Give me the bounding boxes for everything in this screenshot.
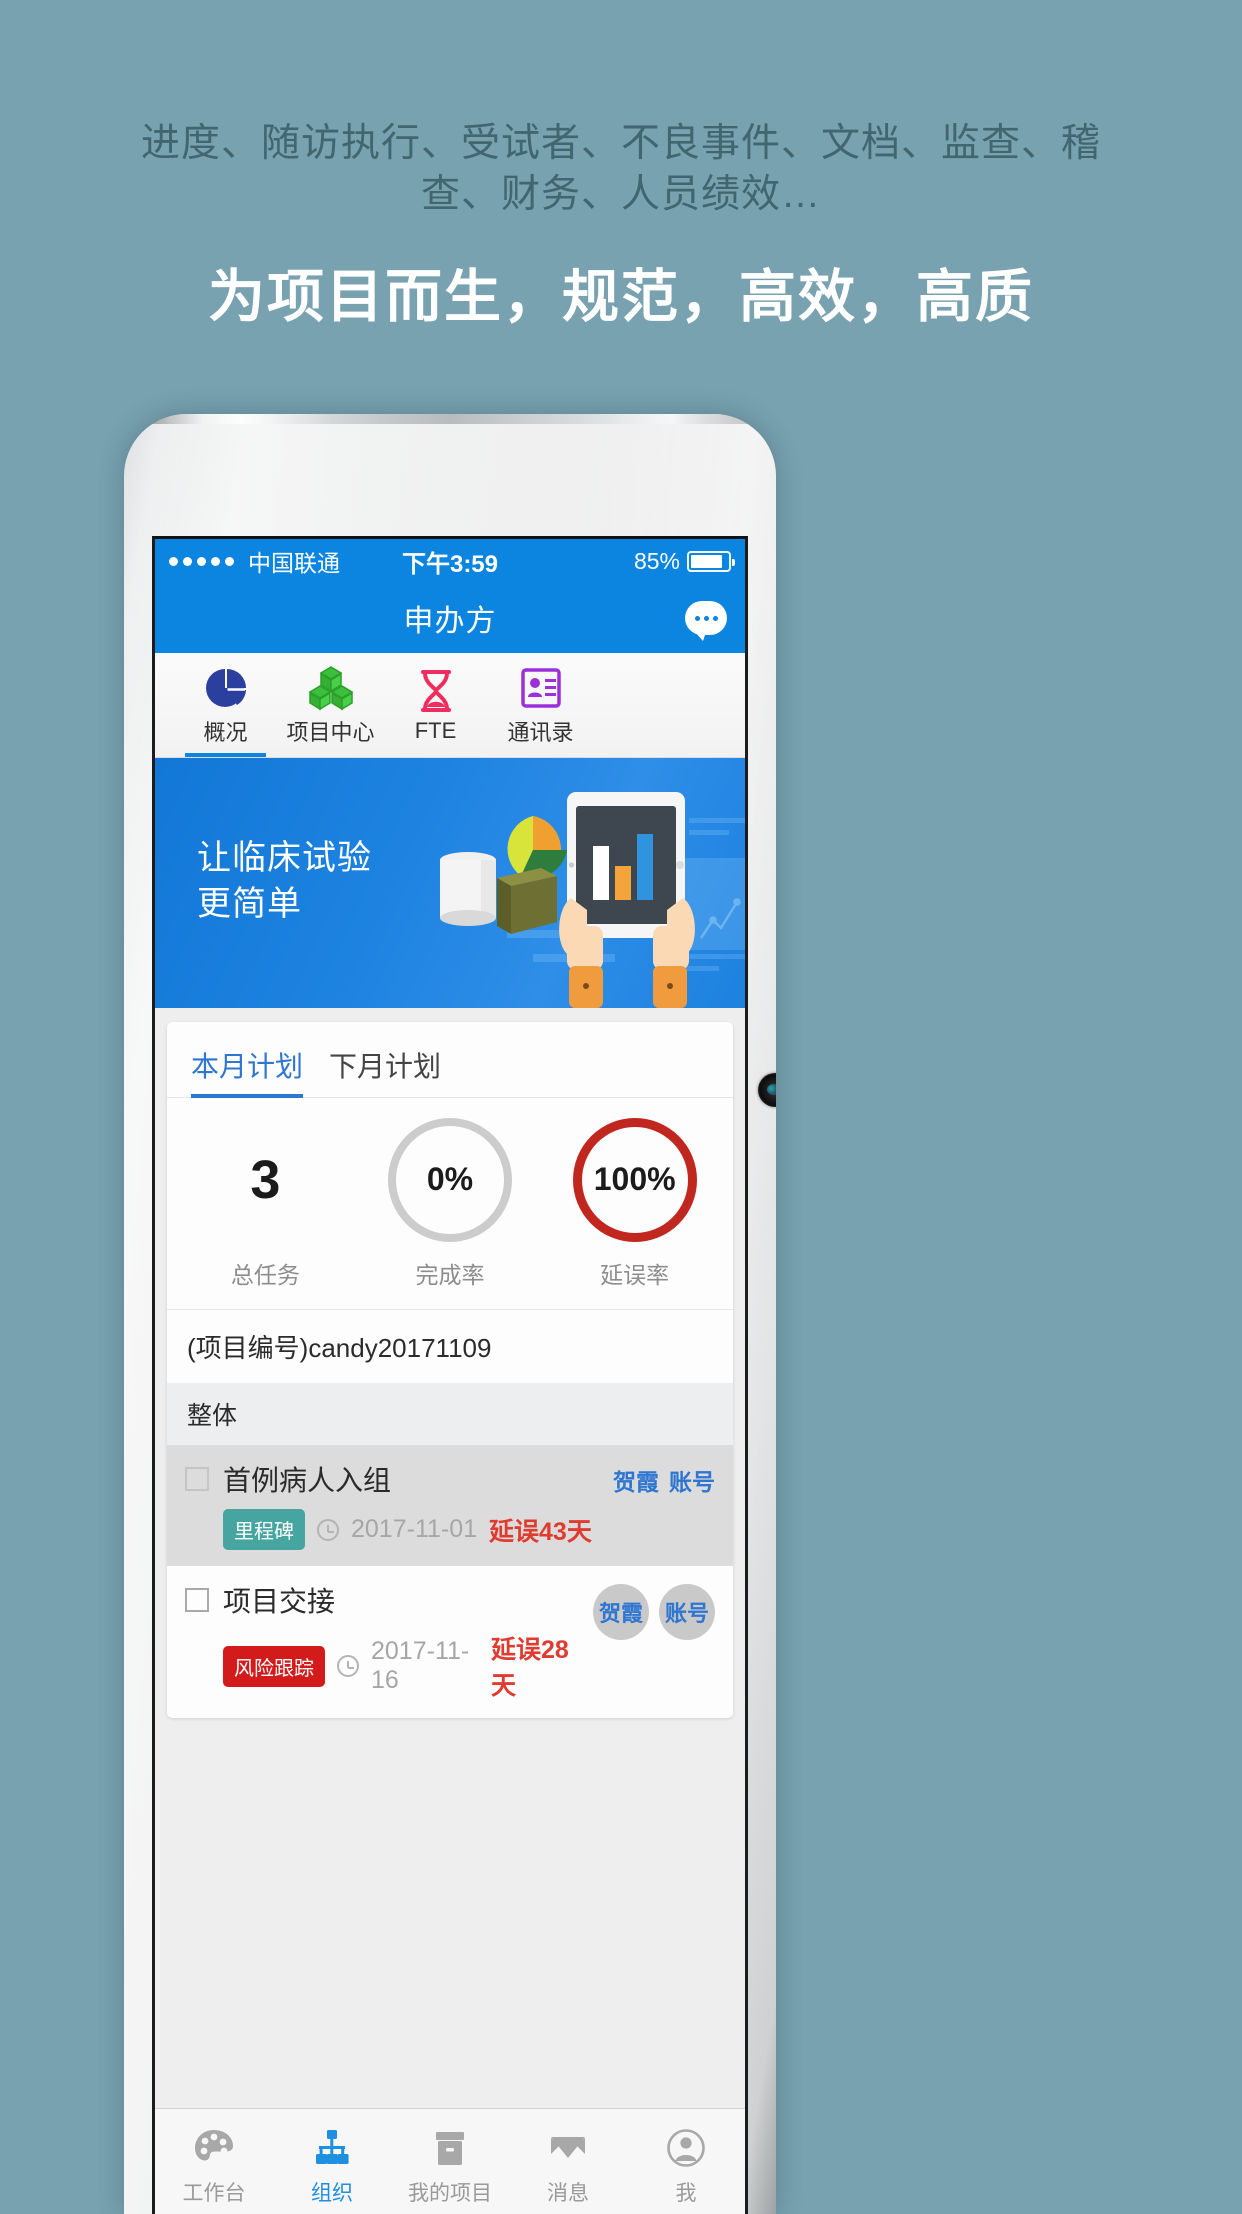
stat-delay-rate-label: 延误率 <box>600 1261 670 1288</box>
tab-organization-label: 组织 <box>311 2181 353 2205</box>
table-row[interactable]: 项目交接 风险跟踪 2017-11-16 延误28天 贺霞 账号 <box>167 1566 733 1718</box>
section-tab-row: 概况 项目中心 FTE 通讯录 <box>155 653 745 758</box>
task-meta: 风险跟踪 2017-11-16 延误28天 <box>223 1630 579 1702</box>
battery-icon <box>687 550 735 572</box>
stat-total-tasks: 3 总任务 <box>173 1118 358 1290</box>
tab-profile[interactable]: 我 <box>627 2117 745 2207</box>
tab-overview-label: 概况 <box>203 719 248 745</box>
box-icon <box>429 2125 471 2171</box>
assignee-name[interactable]: 贺霞 <box>613 1463 659 1497</box>
stat-delay-rate: 100% 延误率 <box>542 1117 727 1290</box>
task-content: 项目交接 风险跟踪 2017-11-16 延误28天 <box>223 1580 579 1702</box>
group-header-overall[interactable]: 整体 <box>167 1383 733 1445</box>
task-date: 2017-11-01 <box>351 1515 478 1543</box>
stat-total-tasks-label: 总任务 <box>230 1261 300 1288</box>
banner-line-2: 更简单 <box>197 884 302 923</box>
app-nav-bar: 申办方 <box>155 583 745 653</box>
task-badge: 里程碑 <box>223 1509 305 1550</box>
stats-row: 3 总任务 0% 完成率 100% 延误率 <box>167 1098 733 1310</box>
phone-screen: 中国联通 下午3:59 85% 申办方 概况 项目中心 FTE 通讯录 让临床试… <box>152 536 748 2214</box>
tab-project-center-label: 项目中心 <box>286 719 375 745</box>
tab-fte[interactable]: FTE <box>383 653 488 757</box>
promo-subtitle: 进度、随访执行、受试者、不良事件、文档、监查、稽查、财务、人员绩效… <box>140 122 1101 217</box>
task-badge: 风险跟踪 <box>223 1645 325 1687</box>
contact-card-icon <box>519 664 563 712</box>
promo-title: 为项目而生，规范，高效，高质 <box>208 264 1034 329</box>
tab-messages[interactable]: 消息 <box>509 2117 627 2207</box>
tab-my-projects[interactable]: 我的项目 <box>391 2117 509 2207</box>
table-row[interactable]: 首例病人入组 里程碑 2017-11-01 延误43天 贺霞 账号 <box>167 1445 733 1566</box>
org-chart-icon <box>311 2125 353 2171</box>
task-title: 首例病人入组 <box>223 1465 392 1496</box>
clock-icon <box>317 1518 339 1541</box>
tab-workbench-label: 工作台 <box>182 2181 246 2205</box>
page-title: 申办方 <box>403 605 497 638</box>
project-number-label: (项目编号)candy20171109 <box>187 1333 492 1363</box>
bottom-tab-bar: 工作台 组织 我的项目 消息 我 <box>155 2108 745 2214</box>
tab-this-month-plan[interactable]: 本月计划 <box>191 1045 304 1098</box>
banner-illustration <box>440 792 745 1008</box>
promo-banner[interactable]: 让临床试验 更简单 <box>155 758 745 1008</box>
plan-card: 本月计划 下月计划 3 总任务 0% 完成率 100% 延误率 (项目编号)ca… <box>167 1022 733 1718</box>
palette-icon <box>193 2125 235 2171</box>
tab-fte-label: FTE <box>414 717 457 743</box>
banner-line-1: 让临床试验 <box>197 839 372 877</box>
task-title: 项目交接 <box>223 1586 336 1617</box>
phone-top-rim <box>124 414 776 424</box>
avatar[interactable]: 贺霞 <box>593 1584 649 1640</box>
promo-header: 进度、随访执行、受试者、不良事件、文档、监查、稽查、财务、人员绩效… 为项目而生… <box>0 0 1242 333</box>
assignee-account[interactable]: 账号 <box>669 1463 715 1497</box>
plan-tab-row: 本月计划 下月计划 <box>167 1022 733 1098</box>
task-date: 2017-11-16 <box>371 1637 470 1694</box>
stat-delay-rate-ring: 100% <box>572 1117 697 1242</box>
phone-mockup: 中国联通 下午3:59 85% 申办方 概况 项目中心 FTE 通讯录 让临床试… <box>124 414 776 2214</box>
status-bar-right: 85% <box>633 547 735 575</box>
hourglass-icon <box>416 667 456 715</box>
tab-project-center[interactable]: 项目中心 <box>278 653 383 757</box>
stat-completion-rate-ring: 0% <box>388 1117 512 1242</box>
battery-percent-label: 85% <box>633 547 680 574</box>
task-checkbox[interactable] <box>185 1467 209 1491</box>
chat-bubble-icon[interactable] <box>685 601 727 641</box>
tab-my-projects-label: 我的项目 <box>408 2181 492 2205</box>
front-camera-icon <box>758 1073 776 1107</box>
clock-icon <box>337 1655 359 1677</box>
task-delay: 延误28天 <box>490 1636 569 1700</box>
tab-profile-label: 我 <box>675 2181 697 2205</box>
tab-next-month-plan[interactable]: 下月计划 <box>329 1045 441 1097</box>
user-circle-icon <box>665 2125 707 2171</box>
stat-completion-rate-label: 完成率 <box>415 1261 485 1288</box>
tab-workbench[interactable]: 工作台 <box>155 2117 273 2207</box>
envelope-icon <box>547 2125 589 2171</box>
tab-overview[interactable]: 概况 <box>173 653 278 757</box>
banner-text: 让临床试验 更简单 <box>197 836 372 928</box>
status-bar: 中国联通 下午3:59 85% <box>155 539 745 583</box>
task-people: 贺霞 账号 <box>593 1584 715 1640</box>
tab-contacts-label: 通讯录 <box>507 719 574 745</box>
task-meta: 里程碑 2017-11-01 延误43天 <box>223 1509 599 1550</box>
tab-contacts[interactable]: 通讯录 <box>488 653 593 757</box>
task-delay: 延误43天 <box>489 1517 592 1546</box>
stat-completion-rate: 0% 完成率 <box>358 1117 543 1290</box>
tab-organization[interactable]: 组织 <box>273 2117 391 2207</box>
avatar[interactable]: 账号 <box>659 1584 715 1640</box>
task-people: 贺霞 账号 <box>613 1463 715 1497</box>
pie-chart-icon <box>203 664 249 712</box>
cubes-icon <box>307 664 355 712</box>
stat-total-tasks-value: 3 <box>250 1149 281 1210</box>
task-content: 首例病人入组 里程碑 2017-11-01 延误43天 <box>223 1459 599 1550</box>
tab-messages-label: 消息 <box>547 2181 589 2205</box>
task-checkbox[interactable] <box>185 1588 209 1612</box>
